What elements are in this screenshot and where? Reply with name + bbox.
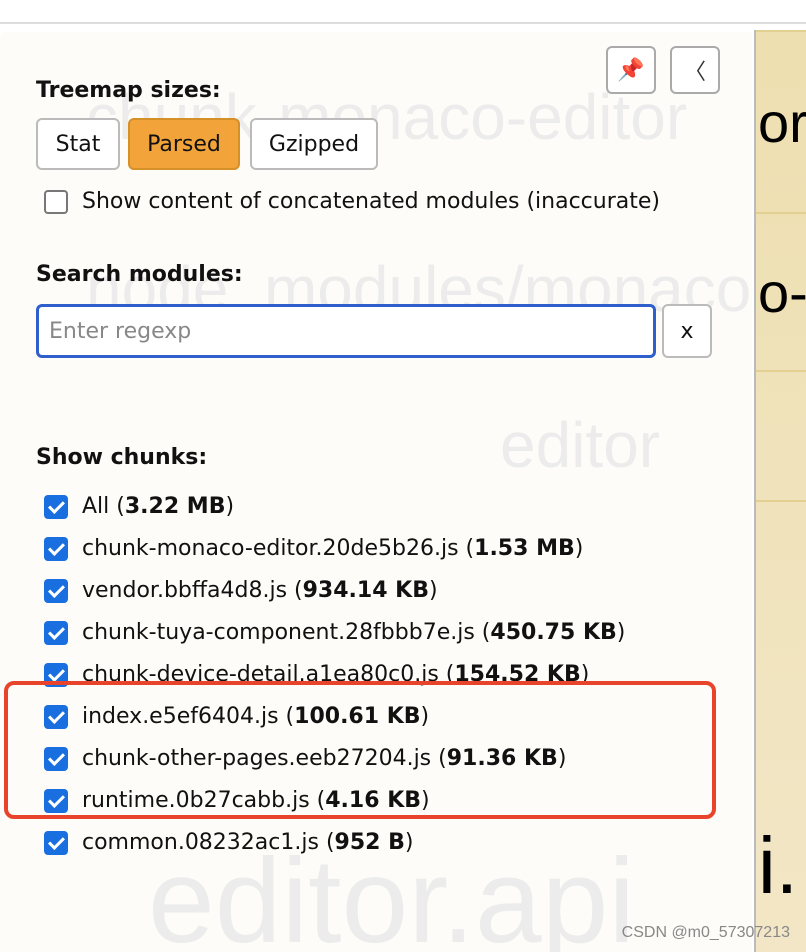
chunk-checkbox[interactable] — [44, 662, 68, 687]
chunk-name: runtime.0b27cabb.js — [82, 788, 310, 813]
chunk-label: chunk-monaco-editor.20de5b26.js (1.53 MB… — [82, 536, 584, 561]
chunk-size: 154.52 KB — [454, 662, 581, 687]
chunk-item[interactable]: common.08232ac1.js (952 B) — [44, 830, 413, 855]
chunk-name: chunk-other-pages.eeb27204.js — [82, 746, 432, 771]
chunk-name: vendor.bbffa4d8.js — [82, 578, 288, 603]
chunk-name: common.08232ac1.js — [82, 830, 319, 855]
chunk-size: 450.75 KB — [490, 620, 617, 645]
chunk-checkbox[interactable] — [44, 788, 68, 813]
treemap-sizes-title: Treemap sizes: — [36, 78, 221, 103]
chunk-size: 91.36 KB — [446, 746, 558, 771]
show-chunks-title: Show chunks: — [36, 445, 208, 470]
chunk-label: chunk-other-pages.eeb27204.js (91.36 KB) — [82, 746, 567, 771]
chunk-item[interactable]: vendor.bbffa4d8.js (934.14 KB) — [44, 578, 438, 603]
chunk-checkbox[interactable] — [44, 578, 68, 603]
chunk-name: index.e5ef6404.js — [82, 704, 279, 729]
chunk-label: common.08232ac1.js (952 B) — [82, 830, 414, 855]
treemap-label: o- — [758, 261, 806, 324]
checkbox[interactable] — [44, 189, 68, 214]
chunk-size: 4.16 KB — [325, 788, 422, 813]
chunk-name: chunk-tuya-component.28fbbb7e.js — [82, 620, 475, 645]
sidebar-panel: chunk-monaco-editor node_modules/monaco … — [0, 32, 752, 952]
chunk-label: chunk-tuya-component.28fbbb7e.js (450.75… — [82, 620, 626, 645]
size-parsed-button[interactable]: Parsed — [128, 118, 240, 170]
treemap-label: i. — [758, 821, 798, 910]
chunk-item[interactable]: chunk-device-detail.a1ea80c0.js (154.52 … — [44, 662, 589, 687]
treemap-area[interactable]: or o- i. — [754, 30, 806, 952]
collapse-button[interactable]: 〈 — [670, 46, 720, 94]
chunk-label: index.e5ef6404.js (100.61 KB) — [82, 704, 430, 729]
checkbox-label: Show content of concatenated modules (in… — [82, 189, 660, 214]
chunk-label: All (3.22 MB) — [82, 494, 235, 519]
chunk-size: 3.22 MB — [124, 494, 226, 519]
chunk-item[interactable]: chunk-tuya-component.28fbbb7e.js (450.75… — [44, 620, 625, 645]
concatenated-modules-checkbox[interactable]: Show content of concatenated modules (in… — [44, 189, 660, 214]
chunk-size: 100.61 KB — [294, 704, 421, 729]
chunk-item[interactable]: chunk-other-pages.eeb27204.js (91.36 KB) — [44, 746, 566, 771]
size-gzipped-button[interactable]: Gzipped — [250, 118, 378, 170]
chunk-name: All — [82, 494, 110, 519]
chunk-label: chunk-device-detail.a1ea80c0.js (154.52 … — [82, 662, 590, 687]
chunk-size: 952 B — [334, 830, 405, 855]
chunk-item[interactable]: index.e5ef6404.js (100.61 KB) — [44, 704, 429, 729]
watermark-credit: CSDN @m0_57307213 — [621, 924, 790, 941]
chunk-checkbox[interactable] — [44, 746, 68, 771]
chunk-checkbox[interactable] — [44, 620, 68, 645]
browser-bookmarks-bar — [0, 0, 806, 24]
chunk-size: 934.14 KB — [302, 578, 429, 603]
chunk-item[interactable]: All (3.22 MB) — [44, 494, 234, 519]
search-input[interactable] — [36, 304, 656, 358]
chunk-name: chunk-monaco-editor.20de5b26.js — [82, 536, 459, 561]
pin-button[interactable]: 📌 — [606, 46, 656, 94]
search-modules-title: Search modules: — [36, 262, 243, 287]
chevron-left-icon: 〈 — [683, 60, 706, 85]
chunk-checkbox[interactable] — [44, 704, 68, 729]
treemap-label: or — [758, 91, 806, 154]
chunk-checkbox[interactable] — [44, 494, 68, 519]
chunk-size: 1.53 MB — [474, 536, 575, 561]
size-stat-button[interactable]: Stat — [36, 118, 120, 170]
chunk-item[interactable]: runtime.0b27cabb.js (4.16 KB) — [44, 788, 430, 813]
chunk-item[interactable]: chunk-monaco-editor.20de5b26.js (1.53 MB… — [44, 536, 583, 561]
chunk-name: chunk-device-detail.a1ea80c0.js — [82, 662, 439, 687]
chunk-checkbox[interactable] — [44, 830, 68, 855]
pushpin-icon: 📌 — [617, 57, 645, 83]
chunk-label: runtime.0b27cabb.js (4.16 KB) — [82, 788, 430, 813]
chunk-checkbox[interactable] — [44, 536, 68, 561]
clear-search-button[interactable]: x — [662, 304, 712, 358]
chunk-label: vendor.bbffa4d8.js (934.14 KB) — [82, 578, 438, 603]
